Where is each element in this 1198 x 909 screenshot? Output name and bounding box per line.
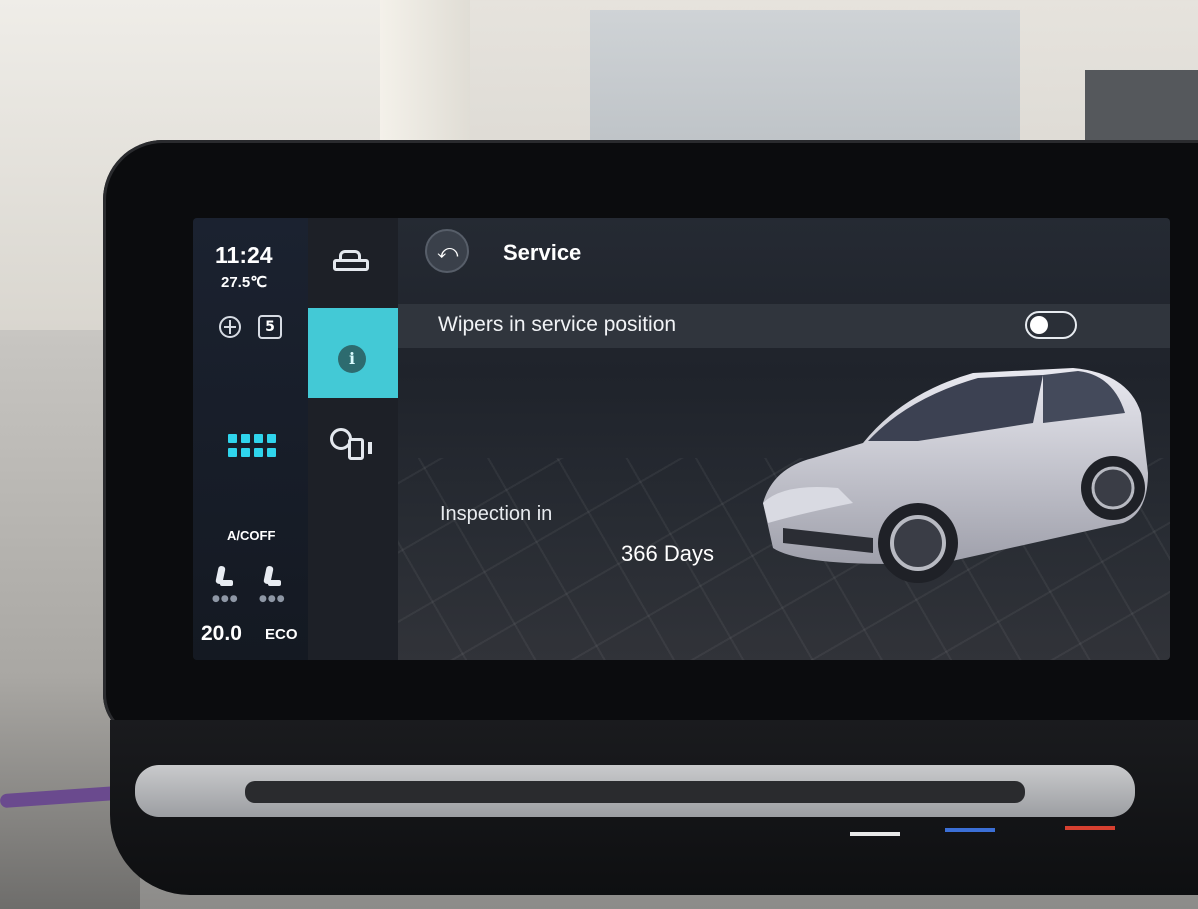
climate-touch-slider[interactable] <box>135 765 1135 817</box>
wipers-setting-label: Wipers in service position <box>438 313 677 336</box>
service-page: ⤺ Service Wipers in service position Ins… <box>398 218 1170 660</box>
nav-service-charging[interactable] <box>308 408 398 498</box>
console-indicator-red <box>1065 826 1115 830</box>
back-arrow-icon: ⤺ <box>437 239 459 263</box>
seat-heater-passenger-level: ●●● <box>259 594 286 604</box>
temperature-setpoint[interactable]: 20.0 <box>201 622 242 646</box>
slider-groove <box>245 781 1025 803</box>
ac-status[interactable]: A/COFF <box>227 528 275 543</box>
console-indicator-blue <box>945 828 995 832</box>
wipers-setting-row[interactable]: Wipers in service position <box>398 304 1170 348</box>
vehicle-illustration <box>763 368 1148 583</box>
info-icon: i <box>338 345 366 373</box>
nav-vehicle[interactable] <box>308 218 398 308</box>
nav-column: i <box>308 218 398 660</box>
fan-level-indicator[interactable] <box>228 434 278 458</box>
network-icon <box>219 316 241 338</box>
background-pillar <box>380 0 470 150</box>
seat-heater-driver-level: ●●● <box>212 594 239 604</box>
inspection-value: 366 Days <box>621 541 714 566</box>
background-window <box>590 10 1020 140</box>
eco-mode[interactable]: ECO <box>265 626 298 643</box>
background-sign <box>1085 70 1198 140</box>
back-button[interactable]: ⤺ <box>425 229 469 273</box>
inspection-label: Inspection in <box>440 503 553 525</box>
clock: 11:24 <box>215 242 273 268</box>
service-icon <box>330 428 378 464</box>
console-indicator-white <box>850 832 900 836</box>
outside-temperature: 27.5℃ <box>221 274 268 291</box>
toggle-knob <box>1030 316 1048 334</box>
nav-info[interactable]: i <box>308 308 398 398</box>
status-column: 11:24 27.5℃ 5 A/COFF ●●● ●●● 20.0 ECO <box>193 218 308 660</box>
infotainment-screen: 11:24 27.5℃ 5 A/COFF ●●● ●●● 20.0 ECO i <box>193 218 1170 660</box>
notification-badge[interactable]: 5 <box>258 315 282 339</box>
page-title: Service <box>503 240 582 265</box>
car-icon <box>333 250 369 274</box>
wipers-toggle[interactable] <box>1025 311 1077 339</box>
seat-heater-passenger-icon[interactable] <box>263 565 281 590</box>
seat-heater-driver-icon[interactable] <box>215 565 233 590</box>
